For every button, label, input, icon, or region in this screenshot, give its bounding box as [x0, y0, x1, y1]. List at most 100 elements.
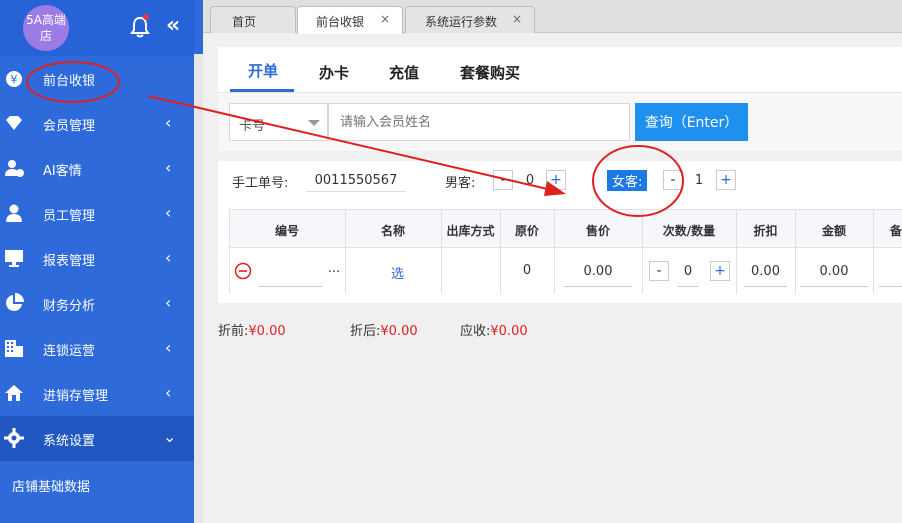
tab-label: 首页 [232, 15, 257, 29]
total-value: ¥0.00 [380, 324, 418, 339]
subtab-card[interactable]: 办卡 [319, 62, 349, 83]
tab-home[interactable]: 首页 [210, 6, 296, 33]
item-code-input[interactable] [258, 257, 322, 287]
remark-input[interactable] [879, 257, 902, 287]
house-icon [5, 385, 23, 401]
tab-system-params[interactable]: 系统运行参数 × [405, 6, 535, 33]
total-value: ¥0.00 [490, 324, 528, 339]
female-guest-label: 女客: [607, 170, 648, 191]
column-header: 金额 [821, 224, 846, 238]
chevron-left-icon: ‹ [165, 293, 172, 312]
chevron-left-icon: ‹ [165, 248, 172, 267]
male-plus-button[interactable]: + [546, 170, 566, 190]
column-header: 次数/数量 [662, 224, 716, 238]
column-header: 折扣 [753, 224, 778, 238]
active-tab-indicator [230, 89, 294, 92]
qty-plus-button[interactable]: + [710, 261, 730, 281]
store-logo[interactable]: 5A高端店 [23, 5, 69, 51]
more-options-icon[interactable]: ... [326, 261, 342, 276]
sidebar-item-cashier[interactable]: ¥ 前台收银 [0, 56, 194, 101]
notification-dot [143, 14, 149, 20]
amount-input[interactable] [800, 257, 868, 287]
query-button[interactable]: 查询（Enter） [635, 103, 748, 141]
manual-order-input[interactable] [306, 170, 406, 192]
pie-chart-icon [6, 293, 24, 311]
total-label: 折后: [350, 324, 381, 339]
user-icon [6, 204, 22, 222]
sidebar-item-label: AI客情 [43, 164, 82, 179]
close-icon[interactable]: × [512, 12, 522, 26]
column-header: 出库方式 [446, 224, 495, 238]
subtab-open-order[interactable]: 开单 [248, 60, 278, 81]
tab-label: 前台收银 [316, 15, 365, 29]
total-due: 应收:¥0.00 [460, 320, 528, 339]
total-before-discount: 折前:¥0.00 [218, 320, 286, 339]
sidebar-scrollbar[interactable] [194, 54, 203, 523]
chevron-left-icon: ‹ [165, 383, 172, 402]
sidebar-item-label: 前台收银 [43, 74, 96, 89]
close-icon[interactable]: × [380, 12, 390, 26]
column-header: 名称 [380, 224, 405, 238]
select-value: 卡号 [239, 119, 266, 134]
sidebar-item-label: 员工管理 [43, 209, 96, 224]
male-guest-label: 男客: [445, 176, 476, 191]
sale-price-input[interactable] [564, 257, 632, 287]
male-minus-button[interactable]: - [493, 170, 513, 190]
member-name-input[interactable] [328, 103, 630, 141]
subtab-recharge[interactable]: 充值 [389, 62, 419, 83]
sidebar-item-ai[interactable]: AI客情 ‹ [0, 146, 194, 191]
sidebar-item-inventory[interactable]: 进销存管理 ‹ [0, 371, 194, 416]
yen-coin-icon: ¥ [6, 71, 22, 87]
sidebar-subitem-label: 店铺基础数据 [12, 480, 91, 495]
sidebar-item-staff[interactable]: 员工管理 ‹ [0, 191, 194, 236]
discount-input[interactable] [744, 257, 787, 287]
order-table: 编号 名称 出库方式 原价 售价 次数/数量 折扣 金额 备 ... 选 0 -… [229, 209, 902, 294]
sidebar-item-label: 连锁运营 [43, 344, 96, 359]
double-chevron-left-icon[interactable]: « [166, 13, 180, 38]
total-value: ¥0.00 [248, 324, 286, 339]
female-plus-button[interactable]: + [716, 170, 736, 190]
sidebar-item-label: 报表管理 [43, 254, 96, 269]
total-after-discount: 折后:¥0.00 [350, 320, 418, 339]
manual-order-label: 手工单号: [232, 176, 289, 191]
remove-row-icon[interactable] [234, 262, 252, 280]
sidebar-item-label: 财务分析 [43, 299, 96, 314]
sidebar-item-reports[interactable]: 报表管理 ‹ [0, 236, 194, 281]
gear-icon [4, 428, 24, 448]
column-header: 售价 [585, 224, 610, 238]
user-alert-icon [5, 160, 24, 177]
sidebar-header: 5A高端店 « [0, 0, 194, 56]
total-label: 折前: [218, 324, 249, 339]
female-minus-button[interactable]: - [663, 170, 683, 190]
monitor-icon [5, 250, 23, 267]
sidebar-item-label: 进销存管理 [43, 389, 109, 404]
qty-minus-button[interactable]: - [649, 261, 669, 281]
column-header: 原价 [514, 224, 539, 238]
sidebar-item-chain[interactable]: 连锁运营 ‹ [0, 326, 194, 371]
search-type-select[interactable]: 卡号 [229, 103, 328, 141]
sidebar-item-label: 系统设置 [43, 434, 96, 449]
chevron-left-icon: ‹ [165, 158, 172, 177]
diamond-icon [6, 116, 22, 130]
svg-text:¥: ¥ [11, 73, 18, 86]
column-header: 备 [889, 224, 902, 238]
sidebar-item-finance[interactable]: 财务分析 ‹ [0, 281, 194, 326]
female-count: 1 [694, 173, 704, 188]
male-count: 0 [525, 173, 535, 188]
sidebar-subitem-store-data[interactable]: 店铺基础数据 [0, 461, 194, 506]
chevron-left-icon: ‹ [165, 113, 172, 132]
total-label: 应收: [460, 324, 491, 339]
chevron-left-icon: ‹ [165, 338, 172, 357]
original-price: 0 [522, 263, 532, 278]
sidebar-item-members[interactable]: 会员管理 ‹ [0, 101, 194, 146]
qty-input[interactable] [678, 257, 698, 287]
chevron-left-icon: ‹ [165, 203, 172, 222]
subtab-package[interactable]: 套餐购买 [460, 62, 520, 83]
caret-down-icon [308, 120, 320, 126]
sidebar-item-settings[interactable]: 系统设置 ⌄ [0, 416, 194, 461]
building-icon [5, 340, 23, 357]
chevron-down-icon: ⌄ [163, 427, 177, 446]
tab-cashier[interactable]: 前台收银 × [297, 6, 403, 34]
tab-label: 系统运行参数 [425, 15, 498, 29]
select-item-link[interactable]: 选 [391, 263, 404, 282]
